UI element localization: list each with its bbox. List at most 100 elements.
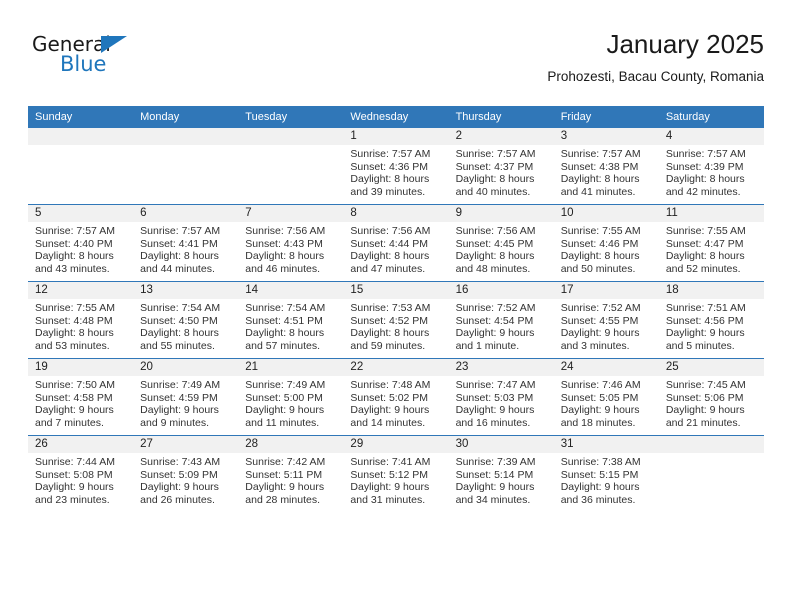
day-number: 28 bbox=[238, 436, 344, 453]
day-daylight2-text: and 36 minutes. bbox=[560, 493, 636, 506]
day-cell-content: 25 Sunrise: 7:45 AM Sunset: 5:06 PM Dayligh… bbox=[658, 359, 764, 435]
day-details: Sunrise: 7:47 AM Sunset: 5:03 PM Daylight:… bbox=[449, 376, 554, 429]
calendar-day-cell[interactable]: 30 Sunrise: 7:39 AM Sunset: 5:14 PM Dayligh… bbox=[448, 435, 554, 512]
day-daylight1-text: Daylight: 8 hours bbox=[560, 173, 640, 186]
day-cell-content: 10 Sunrise: 7:55 AM Sunset: 4:46 PM Dayligh… bbox=[553, 205, 659, 281]
day-number: 31 bbox=[553, 436, 659, 453]
page-title: January 2025 bbox=[606, 29, 764, 59]
calendar-day-cell[interactable]: 11 Sunrise: 7:55 AM Sunset: 4:47 PM Dayligh… bbox=[658, 204, 764, 282]
calendar-day-cell[interactable]: 1 Sunrise: 7:57 AM Sunset: 4:36 PM Daylight… bbox=[343, 128, 449, 205]
day-cell-content: 28 Sunrise: 7:42 AM Sunset: 5:11 PM Dayligh… bbox=[238, 436, 344, 512]
day-sunset-text: Sunset: 4:46 PM bbox=[560, 237, 639, 250]
calendar-day-cell[interactable]: 24 Sunrise: 7:46 AM Sunset: 5:05 PM Dayligh… bbox=[553, 358, 659, 436]
day-cell-empty bbox=[133, 128, 239, 204]
calendar-week-row: 5 Sunrise: 7:57 AM Sunset: 4:40 PM Daylight… bbox=[28, 204, 764, 282]
day-number: 19 bbox=[28, 359, 134, 376]
day-sunrise-text: Sunrise: 7:54 AM bbox=[245, 302, 326, 314]
day-daylight2-text: and 43 minutes. bbox=[35, 262, 110, 275]
day-daylight2-text: and 59 minutes. bbox=[350, 339, 426, 352]
calendar-day-cell[interactable]: 10 Sunrise: 7:55 AM Sunset: 4:46 PM Dayligh… bbox=[553, 204, 659, 282]
calendar-day-cell[interactable] bbox=[28, 128, 134, 205]
calendar-day-cell[interactable]: 27 Sunrise: 7:43 AM Sunset: 5:09 PM Dayligh… bbox=[133, 435, 239, 512]
calendar-day-cell[interactable]: 31 Sunrise: 7:38 AM Sunset: 5:15 PM Dayligh… bbox=[553, 435, 659, 512]
day-sunrise-text: Sunrise: 7:53 AM bbox=[350, 302, 431, 314]
day-number: 6 bbox=[133, 205, 239, 222]
day-daylight2-text: and 26 minutes. bbox=[140, 493, 215, 506]
calendar-day-cell[interactable]: 28 Sunrise: 7:42 AM Sunset: 5:11 PM Dayligh… bbox=[238, 435, 344, 512]
calendar-day-cell[interactable]: 21 Sunrise: 7:49 AM Sunset: 5:00 PM Dayligh… bbox=[238, 358, 344, 436]
calendar-day-cell[interactable]: 19 Sunrise: 7:50 AM Sunset: 4:58 PM Dayligh… bbox=[28, 358, 134, 436]
day-sunset-text: Sunset: 4:50 PM bbox=[140, 314, 218, 327]
calendar-day-cell[interactable]: 8 Sunrise: 7:56 AM Sunset: 4:44 PM Daylight… bbox=[343, 204, 449, 282]
day-sunrise-text: Sunrise: 7:57 AM bbox=[455, 148, 536, 160]
calendar-day-cell[interactable]: 13 Sunrise: 7:54 AM Sunset: 4:50 PM Dayligh… bbox=[133, 281, 239, 359]
calendar-day-cell[interactable]: 5 Sunrise: 7:57 AM Sunset: 4:40 PM Daylight… bbox=[28, 204, 134, 282]
day-cell-content: 18 Sunrise: 7:51 AM Sunset: 4:56 PM Dayligh… bbox=[658, 282, 764, 358]
day-daylight2-text: and 31 minutes. bbox=[350, 493, 426, 506]
day-daylight1-text: Daylight: 9 hours bbox=[665, 327, 745, 340]
day-details: Sunrise: 7:52 AM Sunset: 4:55 PM Daylight:… bbox=[554, 299, 659, 352]
day-daylight1-text: Daylight: 8 hours bbox=[35, 327, 114, 340]
calendar-day-cell[interactable] bbox=[658, 435, 764, 512]
calendar-day-cell[interactable]: 12 Sunrise: 7:55 AM Sunset: 4:48 PM Dayligh… bbox=[28, 281, 134, 359]
day-details: Sunrise: 7:44 AM Sunset: 5:08 PM Daylight:… bbox=[28, 453, 133, 506]
day-number: 20 bbox=[133, 359, 239, 376]
day-cell-content: 1 Sunrise: 7:57 AM Sunset: 4:36 PM Daylight… bbox=[343, 128, 449, 204]
calendar-day-cell[interactable]: 29 Sunrise: 7:41 AM Sunset: 5:12 PM Dayligh… bbox=[343, 435, 449, 512]
calendar-day-cell[interactable]: 6 Sunrise: 7:57 AM Sunset: 4:41 PM Daylight… bbox=[133, 204, 239, 282]
day-details: Sunrise: 7:38 AM Sunset: 5:15 PM Daylight:… bbox=[554, 453, 659, 506]
day-daylight2-text: and 23 minutes. bbox=[35, 493, 110, 506]
calendar-day-cell[interactable]: 3 Sunrise: 7:57 AM Sunset: 4:38 PM Daylight… bbox=[553, 128, 659, 205]
day-details: Sunrise: 7:55 AM Sunset: 4:47 PM Daylight:… bbox=[659, 222, 764, 275]
day-number: 30 bbox=[448, 436, 554, 453]
day-details: Sunrise: 7:42 AM Sunset: 5:11 PM Daylight:… bbox=[238, 453, 343, 506]
day-daylight2-text: and 3 minutes. bbox=[560, 339, 630, 352]
calendar-page: General Blue January 2025 Prohozesti, Ba… bbox=[0, 0, 792, 612]
calendar-day-cell[interactable] bbox=[238, 128, 344, 205]
page-subtitle: Prohozesti, Bacau County, Romania bbox=[547, 69, 764, 84]
day-cell-content: 6 Sunrise: 7:57 AM Sunset: 4:41 PM Daylight… bbox=[133, 205, 239, 281]
day-daylight2-text: and 57 minutes. bbox=[245, 339, 320, 352]
day-cell-content: 17 Sunrise: 7:52 AM Sunset: 4:55 PM Dayligh… bbox=[553, 282, 659, 358]
calendar-day-cell[interactable]: 9 Sunrise: 7:56 AM Sunset: 4:45 PM Daylight… bbox=[448, 204, 554, 282]
day-details: Sunrise: 7:43 AM Sunset: 5:09 PM Daylight:… bbox=[133, 453, 238, 506]
day-daylight1-text: Daylight: 9 hours bbox=[350, 404, 430, 417]
logo-triangle-icon bbox=[101, 36, 127, 53]
generalblue-logo[interactable]: General Blue bbox=[32, 34, 162, 82]
day-daylight1-text: Daylight: 8 hours bbox=[245, 327, 325, 340]
day-sunset-text: Sunset: 4:56 PM bbox=[665, 314, 744, 327]
day-sunrise-text: Sunrise: 7:57 AM bbox=[560, 148, 641, 160]
day-number: 29 bbox=[343, 436, 449, 453]
title-block: January 2025 Prohozesti, Bacau County, R… bbox=[547, 28, 764, 86]
day-number: 16 bbox=[448, 282, 554, 299]
calendar-day-cell[interactable]: 22 Sunrise: 7:48 AM Sunset: 5:02 PM Dayligh… bbox=[343, 358, 449, 436]
calendar-week-row: 1 Sunrise: 7:57 AM Sunset: 4:36 PM Daylight… bbox=[28, 128, 764, 205]
calendar-day-cell[interactable]: 18 Sunrise: 7:51 AM Sunset: 4:56 PM Dayligh… bbox=[658, 281, 764, 359]
calendar-day-cell[interactable] bbox=[133, 128, 239, 205]
day-daylight2-text: and 44 minutes. bbox=[140, 262, 215, 275]
day-daylight1-text: Daylight: 9 hours bbox=[560, 481, 640, 494]
calendar-day-cell[interactable]: 17 Sunrise: 7:52 AM Sunset: 4:55 PM Dayligh… bbox=[553, 281, 659, 359]
calendar-day-cell[interactable]: 2 Sunrise: 7:57 AM Sunset: 4:37 PM Daylight… bbox=[448, 128, 554, 205]
calendar-day-cell[interactable]: 4 Sunrise: 7:57 AM Sunset: 4:39 PM Daylight… bbox=[658, 128, 764, 205]
calendar-day-cell[interactable]: 7 Sunrise: 7:56 AM Sunset: 4:43 PM Daylight… bbox=[238, 204, 344, 282]
calendar-day-cell[interactable]: 14 Sunrise: 7:54 AM Sunset: 4:51 PM Dayligh… bbox=[238, 281, 344, 359]
calendar-day-cell[interactable]: 15 Sunrise: 7:53 AM Sunset: 4:52 PM Dayligh… bbox=[343, 281, 449, 359]
calendar-day-cell[interactable]: 25 Sunrise: 7:45 AM Sunset: 5:06 PM Dayligh… bbox=[658, 358, 764, 436]
calendar-day-cell[interactable]: 23 Sunrise: 7:47 AM Sunset: 5:03 PM Dayligh… bbox=[448, 358, 554, 436]
day-daylight2-text: and 11 minutes. bbox=[245, 416, 320, 429]
day-details: Sunrise: 7:51 AM Sunset: 4:56 PM Daylight:… bbox=[659, 299, 764, 352]
day-details: Sunrise: 7:45 AM Sunset: 5:06 PM Daylight:… bbox=[659, 376, 764, 429]
day-cell-empty bbox=[28, 128, 134, 204]
day-sunrise-text: Sunrise: 7:46 AM bbox=[560, 379, 641, 391]
day-sunset-text: Sunset: 5:03 PM bbox=[455, 391, 534, 404]
calendar-day-cell[interactable]: 16 Sunrise: 7:52 AM Sunset: 4:54 PM Dayligh… bbox=[448, 281, 554, 359]
day-daylight2-text: and 21 minutes. bbox=[665, 416, 741, 429]
day-daylight1-text: Daylight: 8 hours bbox=[140, 250, 219, 263]
day-sunrise-text: Sunrise: 7:55 AM bbox=[665, 225, 746, 237]
day-number: 24 bbox=[553, 359, 659, 376]
day-daylight2-text: and 47 minutes. bbox=[350, 262, 426, 275]
day-number: 18 bbox=[658, 282, 764, 299]
calendar-day-cell[interactable]: 20 Sunrise: 7:49 AM Sunset: 4:59 PM Dayligh… bbox=[133, 358, 239, 436]
calendar-day-cell[interactable]: 26 Sunrise: 7:44 AM Sunset: 5:08 PM Dayligh… bbox=[28, 435, 134, 512]
